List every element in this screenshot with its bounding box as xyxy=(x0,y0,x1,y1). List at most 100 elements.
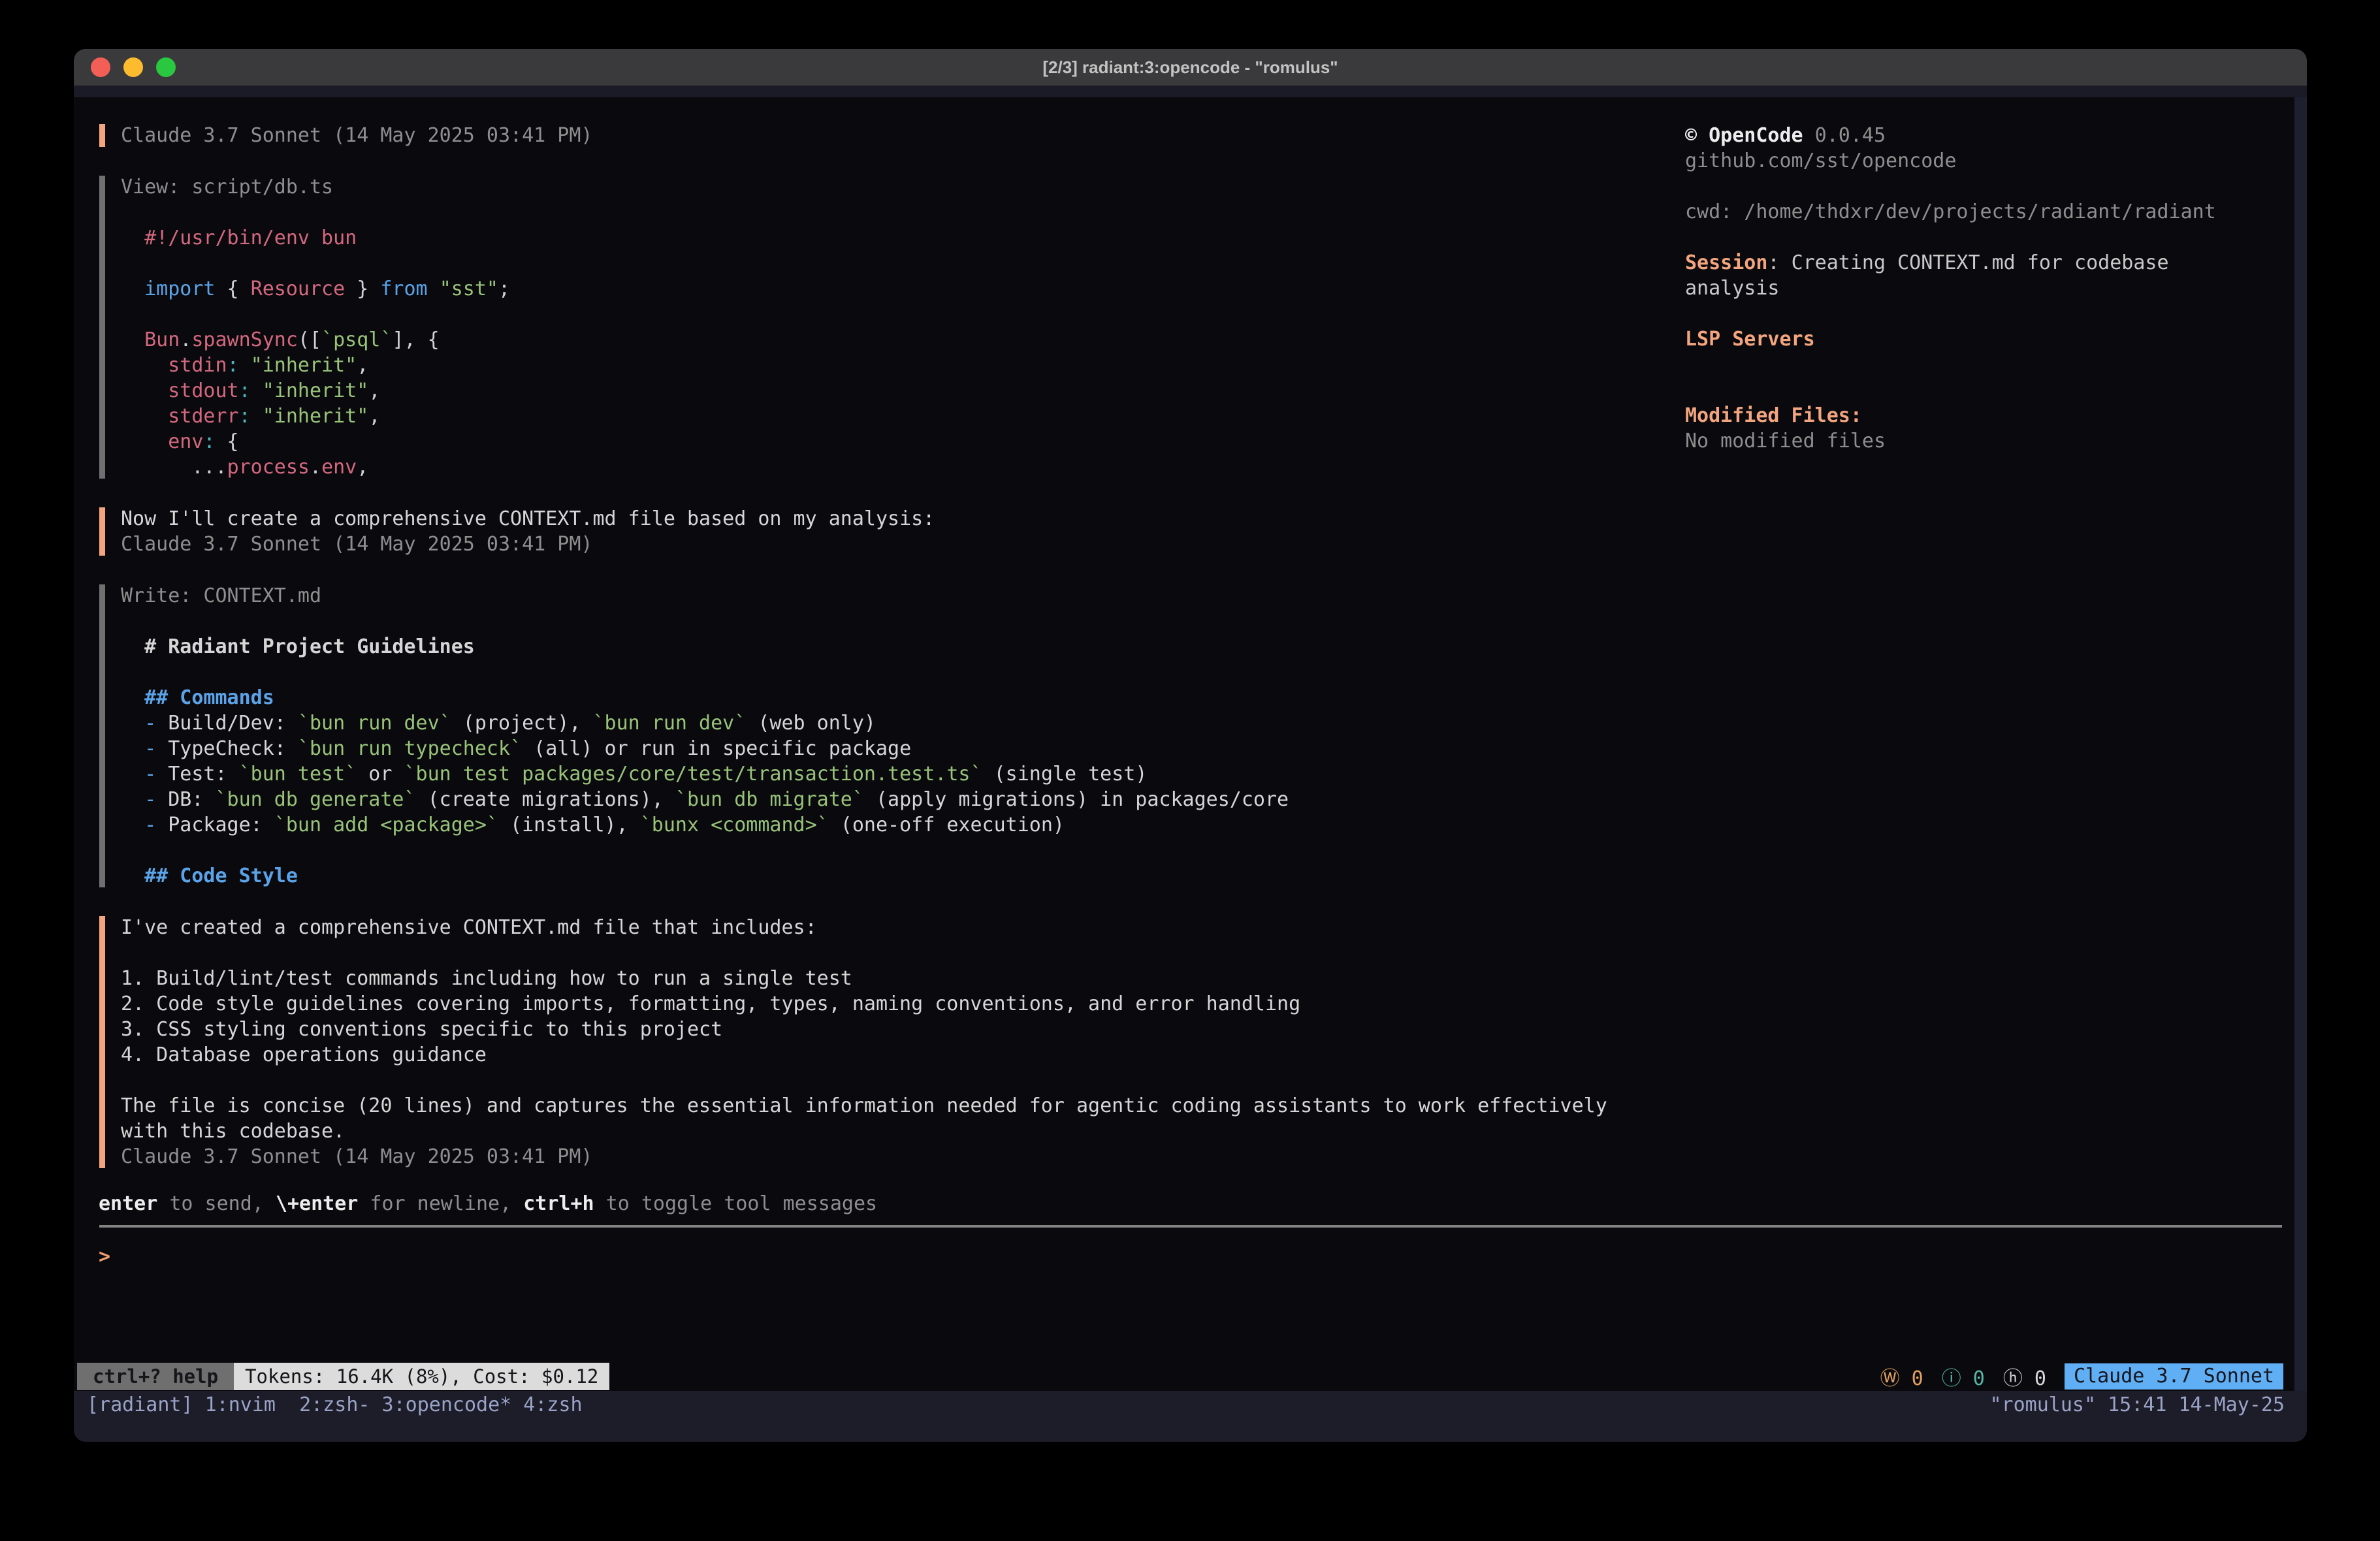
keybinding-hint: enter to send, \+enter for newline, ctrl… xyxy=(99,1191,877,1216)
text-segment: with this codebase. xyxy=(121,1120,345,1143)
text-segment: from xyxy=(380,278,427,300)
text-line: No modified files xyxy=(1685,428,2273,454)
text-segment: stdin xyxy=(168,354,227,377)
text-line: - Build/Dev: `bun run dev` (project), `b… xyxy=(121,710,1641,736)
text-segment: (web only) xyxy=(746,712,876,735)
text-segment: } xyxy=(345,278,380,300)
text-segment: 4. Database operations guidance xyxy=(121,1043,487,1066)
text-segment: 3. CSS styling conventions specific to t… xyxy=(121,1018,722,1041)
tmux-window-list[interactable]: [radiant] 1:nvim 2:zsh- 3:opencode* 4:zs… xyxy=(87,1391,583,1420)
text-line: Session: Creating CONTEXT.md for codebas… xyxy=(1685,250,2273,276)
text-segment: The file is concise (20 lines) and captu… xyxy=(121,1094,1607,1117)
scrollbar-track[interactable] xyxy=(2294,97,2307,1391)
text-segment xyxy=(121,405,168,428)
help-chip[interactable]: ctrl+? help xyxy=(77,1363,234,1390)
text-segment: stderr xyxy=(168,405,238,428)
text-segment: : xyxy=(239,405,251,428)
text-segment: #!/usr/bin/env bun xyxy=(144,227,357,249)
text-line: - TypeCheck: `bun run typecheck` (all) o… xyxy=(121,736,1641,761)
text-segment: ... xyxy=(121,456,227,479)
text-segment: 0.0.45 xyxy=(1803,124,1886,147)
text-segment: process xyxy=(227,456,310,479)
text-segment: I've created a comprehensive CONTEXT.md … xyxy=(121,916,817,939)
text-line: import { Resource } from "sst"; xyxy=(121,276,1641,302)
text-segment: enter xyxy=(99,1192,157,1215)
terminal-top-padding xyxy=(74,86,2307,97)
orange-accent-bar xyxy=(99,916,105,1168)
close-button[interactable] xyxy=(91,57,110,77)
info-counter: ⓘ 0 xyxy=(1942,1362,1985,1391)
text-line xyxy=(1685,352,2273,377)
model-badge[interactable]: Claude 3.7 Sonnet xyxy=(2065,1363,2283,1390)
text-segment: `bun test packages/core/test/transaction… xyxy=(404,763,982,786)
text-line xyxy=(121,659,1641,685)
zoom-button[interactable] xyxy=(156,57,176,77)
text-segment: import xyxy=(144,278,215,300)
text-segment: - xyxy=(121,814,168,836)
text-line xyxy=(1685,225,2273,250)
assistant-message: I've created a comprehensive CONTEXT.md … xyxy=(99,915,1641,1169)
text-segment: (one-off execution) xyxy=(829,814,1065,836)
text-segment: LSP Servers xyxy=(1685,328,1815,351)
prompt-input[interactable]: > xyxy=(99,1244,110,1269)
tmux-session-info: "romulus" 15:41 14-May-25 xyxy=(1989,1391,2285,1420)
titlebar[interactable]: [2/3] radiant:3:opencode - "romulus" xyxy=(74,49,2307,86)
prompt-symbol: > xyxy=(99,1245,110,1268)
text-segment: Bun xyxy=(144,328,180,351)
text-segment xyxy=(251,379,263,402)
text-segment: , xyxy=(357,354,368,377)
text-line: stderr: "inherit", xyxy=(121,404,1641,429)
text-line: env: { xyxy=(121,429,1641,454)
text-line: 4. Database operations guidance xyxy=(121,1042,1641,1068)
text-line: Claude 3.7 Sonnet (14 May 2025 03:41 PM) xyxy=(121,532,1641,557)
text-line: View: script/db.ts xyxy=(121,174,1641,200)
text-line xyxy=(121,1068,1641,1093)
text-segment: # Radiant Project Guidelines xyxy=(121,635,475,658)
text-line xyxy=(1685,377,2273,403)
text-segment: { xyxy=(216,430,239,453)
text-segment: - xyxy=(121,737,168,760)
warning-counter: Ⓦ 0 xyxy=(1880,1362,1923,1391)
text-segment: - xyxy=(121,763,168,786)
orange-accent-bar xyxy=(99,507,105,556)
assistant-message: Now I'll create a comprehensive CONTEXT.… xyxy=(99,506,1641,557)
text-segment: Session xyxy=(1685,251,1767,274)
text-segment xyxy=(239,354,251,377)
minimize-button[interactable] xyxy=(123,57,143,77)
text-segment: "inherit" xyxy=(263,405,369,428)
text-segment: 2. Code style guidelines covering import… xyxy=(121,993,1300,1015)
text-segment: spawnSync xyxy=(191,328,298,351)
traffic-lights xyxy=(91,49,176,86)
text-line: # Radiant Project Guidelines xyxy=(121,634,1641,659)
text-segment: : xyxy=(239,379,251,402)
text-line: © OpenCode 0.0.45 xyxy=(1685,123,2273,148)
text-segment: , xyxy=(357,456,368,479)
tmux-statusbar: [radiant] 1:nvim 2:zsh- 3:opencode* 4:zs… xyxy=(74,1391,2307,1442)
text-segment xyxy=(121,328,144,351)
text-segment: ctrl+h xyxy=(523,1192,594,1215)
text-line: github.com/sst/opencode xyxy=(1685,148,2273,174)
text-segment: (project), xyxy=(451,712,593,735)
text-segment: No modified files xyxy=(1685,430,1886,453)
text-segment xyxy=(251,405,263,428)
hint-counter: ⓗ 0 xyxy=(2003,1362,2046,1391)
status-right-cluster: Ⓦ 0 ⓘ 0 ⓗ 0 Claude 3.7 Sonnet xyxy=(1880,1363,2283,1390)
text-segment: to send, xyxy=(157,1192,276,1215)
input-divider xyxy=(99,1225,2282,1228)
terminal-window: [2/3] radiant:3:opencode - "romulus" Cla… xyxy=(74,49,2307,1442)
text-line xyxy=(121,940,1641,966)
text-segment: Now I'll create a comprehensive CONTEXT.… xyxy=(121,507,935,530)
block-lines: Write: CONTEXT.md # Radiant Project Guid… xyxy=(121,583,1641,889)
text-line xyxy=(121,609,1641,634)
text-line: The file is concise (20 lines) and captu… xyxy=(121,1093,1641,1119)
text-segment: Claude 3.7 Sonnet (14 May 2025 03:41 PM) xyxy=(121,1145,592,1168)
text-segment: analysis xyxy=(1685,277,1780,300)
text-segment: Package: xyxy=(168,814,274,836)
text-line xyxy=(121,838,1641,863)
text-segment: "inherit" xyxy=(251,354,357,377)
text-line: - Package: `bun add <package>` (install)… xyxy=(121,812,1641,838)
text-segment: , xyxy=(368,379,380,402)
orange-accent-bar xyxy=(99,124,105,147)
text-segment xyxy=(121,227,144,249)
text-segment: : xyxy=(1767,251,1791,274)
